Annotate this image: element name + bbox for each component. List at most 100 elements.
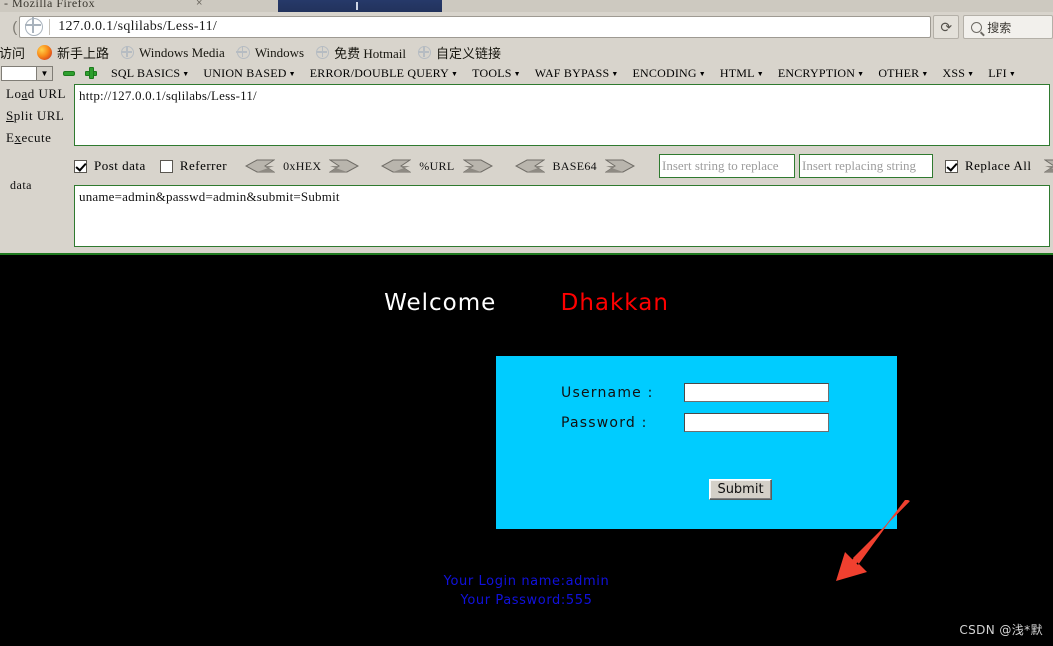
chevron-down-icon: ▼ bbox=[288, 69, 296, 78]
url-divider bbox=[49, 19, 51, 35]
url-bar[interactable]: 127.0.0.1/sqlilabs/Less-11/ bbox=[19, 16, 932, 38]
globe-icon bbox=[120, 45, 135, 59]
post-data-textarea[interactable]: uname=admin&passwd=admin&submit=Submit bbox=[74, 185, 1050, 247]
chevron-down-icon: ▼ bbox=[611, 69, 619, 78]
back-button-icon[interactable]: ) bbox=[0, 19, 17, 36]
menu-union-based[interactable]: UNION BASED ▼ bbox=[203, 66, 295, 81]
menu-html[interactable]: HTML ▼ bbox=[720, 66, 764, 81]
menu-error-double-query[interactable]: ERROR/DOUBLE QUERY ▼ bbox=[310, 66, 458, 81]
menu-lfi[interactable]: LFI ▼ bbox=[988, 66, 1016, 81]
post-data-checkbox-label: Post data bbox=[94, 158, 146, 173]
hex-decode-button[interactable] bbox=[245, 159, 276, 173]
tab-strip: - Mozilla Firefox × bbox=[0, 0, 1053, 12]
globe-icon bbox=[24, 17, 44, 36]
menu-encryption[interactable]: ENCRYPTION ▼ bbox=[778, 66, 864, 81]
menu-xss[interactable]: XSS ▼ bbox=[942, 66, 974, 81]
login-form: Username : Password : Submit bbox=[496, 356, 897, 529]
post-data-label: data bbox=[10, 178, 32, 192]
bookmark-getting-started[interactable]: 新手上路 bbox=[37, 43, 109, 62]
hackbar-preset-select[interactable]: ▼ bbox=[1, 65, 53, 81]
menu-encoding[interactable]: ENCODING ▼ bbox=[632, 66, 705, 81]
username-input[interactable] bbox=[684, 383, 829, 402]
bookmark-label: 常访问 bbox=[0, 46, 26, 61]
bookmark-hotmail[interactable]: 免费 Hotmail bbox=[315, 43, 406, 62]
bookmark-label: Windows Media bbox=[139, 44, 225, 60]
bookmark-custom-links[interactable]: 自定义链接 bbox=[417, 43, 501, 62]
replace-apply-button[interactable] bbox=[1043, 159, 1053, 173]
username-row: Username : bbox=[561, 383, 829, 402]
minus-icon bbox=[63, 70, 75, 76]
chevron-down-icon: ▼ bbox=[182, 69, 190, 78]
chevron-down-icon: ▼ bbox=[513, 69, 521, 78]
password-input[interactable] bbox=[684, 413, 829, 432]
split-url-button[interactable]: Split URL bbox=[0, 105, 72, 127]
url-encoder-group: %URL bbox=[381, 159, 493, 174]
menu-label: OTHER bbox=[878, 65, 920, 80]
chevron-down-icon: ▼ bbox=[756, 69, 764, 78]
remove-preset-button[interactable] bbox=[63, 67, 75, 79]
post-data-checkbox[interactable] bbox=[74, 159, 87, 173]
menu-label: WAF BYPASS bbox=[534, 65, 610, 80]
referrer-checkbox-label: Referrer bbox=[179, 158, 228, 173]
chevron-down-icon: ▼ bbox=[451, 69, 459, 78]
reload-icon[interactable]: ⟳ bbox=[933, 15, 960, 39]
globe-icon bbox=[315, 45, 330, 59]
menu-label: SQL BASICS bbox=[111, 65, 181, 80]
replace-all-checkbox[interactable] bbox=[944, 159, 958, 173]
menu-label: ERROR/DOUBLE QUERY bbox=[309, 65, 450, 80]
brand-text: Dhakkan bbox=[560, 290, 669, 316]
base64-decode-button[interactable] bbox=[514, 159, 545, 173]
menu-label: HTML bbox=[719, 65, 755, 80]
active-tab[interactable] bbox=[278, 0, 442, 12]
base64-encode-button[interactable] bbox=[604, 159, 635, 173]
bookmark-label: 新手上路 bbox=[57, 46, 110, 61]
login-result: Your Login name:admin Your Password:555 bbox=[0, 572, 1053, 610]
result-password: Your Password:555 bbox=[460, 593, 593, 608]
hex-encoder-label: 0xHEX bbox=[283, 158, 322, 173]
base64-encoder-label: BASE64 bbox=[552, 158, 597, 173]
menu-label: TOOLS bbox=[472, 65, 512, 80]
bookmark-windows-media[interactable]: Windows Media bbox=[120, 44, 225, 61]
replace-all-label: Replace All bbox=[964, 158, 1032, 173]
chevron-down-icon: ▼ bbox=[36, 66, 52, 80]
referrer-checkbox[interactable] bbox=[159, 159, 173, 173]
replace-with-input[interactable]: Insert replacing string bbox=[798, 154, 933, 178]
navigation-bar: ) 127.0.0.1/sqlilabs/Less-11/ ⟳ 搜索 bbox=[0, 12, 1053, 42]
chevron-down-icon: ▼ bbox=[967, 69, 975, 78]
tab-close-icon[interactable]: × bbox=[196, 0, 202, 9]
bookmark-windows[interactable]: Windows bbox=[236, 45, 304, 61]
url-textarea[interactable]: http://127.0.0.1/sqlilabs/Less-11/ bbox=[74, 84, 1050, 146]
menu-sql-basics[interactable]: SQL BASICS ▼ bbox=[111, 66, 189, 81]
tab-title-clipped[interactable]: - Mozilla Firefox bbox=[4, 0, 95, 11]
menu-label: ENCODING bbox=[632, 65, 697, 80]
plus-icon bbox=[85, 67, 97, 79]
watermark: CSDN @浅*默 bbox=[959, 623, 1043, 637]
submit-button[interactable]: Submit bbox=[709, 479, 772, 500]
url-encode-button[interactable] bbox=[462, 159, 493, 173]
hex-encode-button[interactable] bbox=[329, 159, 360, 173]
bookmark-most-visited[interactable]: 常访问 bbox=[0, 43, 25, 62]
load-url-button[interactable]: Lo a d URL bbox=[0, 83, 72, 105]
browser-chrome: - Mozilla Firefox × ) 127.0.0.1/sqlilabs… bbox=[0, 0, 1053, 255]
url-decode-button[interactable] bbox=[381, 159, 412, 173]
execute-button[interactable]: Ex ecute bbox=[0, 127, 72, 149]
hackbar-action-column: Lo a d URL Split URL Ex ecute data bbox=[0, 83, 72, 193]
hackbar-panel: ▼ SQL BASICS ▼ UNION BASED ▼ ERROR/DOUBLE … bbox=[0, 63, 1053, 255]
chevron-down-icon: ▼ bbox=[857, 69, 865, 78]
chevron-down-icon: ▼ bbox=[698, 69, 706, 78]
add-preset-button[interactable] bbox=[85, 67, 97, 79]
menu-tools[interactable]: TOOLS ▼ bbox=[472, 66, 521, 81]
firefox-icon bbox=[37, 45, 53, 60]
menu-label: XSS bbox=[942, 65, 966, 80]
bookmark-label: 免费 Hotmail bbox=[334, 46, 406, 61]
menu-waf-bypass[interactable]: WAF BYPASS ▼ bbox=[535, 66, 619, 81]
hackbar-options-row: Post data Referrer 0xHEX %URL BASE64 Ins… bbox=[74, 152, 1053, 180]
search-input[interactable]: 搜索 bbox=[963, 15, 1053, 39]
menu-label: LFI bbox=[988, 65, 1007, 80]
replace-search-input[interactable]: Insert string to replace bbox=[658, 154, 795, 178]
password-row: Password : bbox=[561, 413, 829, 432]
menu-other[interactable]: OTHER ▼ bbox=[878, 66, 928, 81]
bookmark-label: 自定义链接 bbox=[435, 46, 501, 61]
browser-window: - Mozilla Firefox × ) 127.0.0.1/sqlilabs… bbox=[0, 0, 1053, 646]
menu-label: ENCRYPTION bbox=[777, 65, 856, 80]
